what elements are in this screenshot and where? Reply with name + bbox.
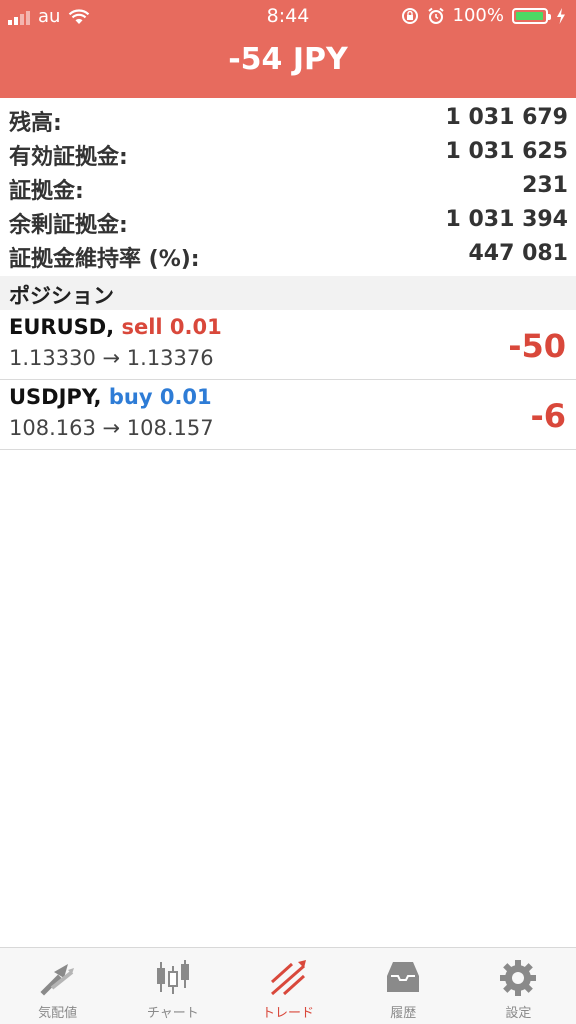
position-profit: -6 bbox=[530, 397, 566, 435]
position-header: EURUSD, sell 0.01 bbox=[9, 315, 222, 339]
position-type: sell 0.01 bbox=[121, 315, 222, 339]
position-prices: 108.163 → 108.157 bbox=[9, 416, 214, 440]
margin-level-row: 証拠金維持率 (%): 447 081 bbox=[0, 236, 576, 272]
alarm-icon bbox=[427, 7, 444, 24]
orientation-lock-icon bbox=[401, 7, 418, 24]
margin-row: 証拠金: 231 bbox=[0, 168, 576, 204]
history-icon bbox=[387, 962, 420, 992]
tab-chart[interactable]: チャート bbox=[115, 948, 230, 1024]
tab-quotes-label: 気配値 bbox=[38, 1006, 78, 1021]
battery-icon bbox=[512, 7, 551, 24]
tab-history[interactable]: 履歴 bbox=[346, 948, 461, 1024]
trade-icon bbox=[270, 960, 306, 996]
equity-row: 有効証拠金: 1 031 625 bbox=[0, 134, 576, 170]
free-margin-row: 余剰証拠金: 1 031 394 bbox=[0, 202, 576, 238]
free-margin-value: 1 031 394 bbox=[445, 207, 568, 232]
chart-icon bbox=[156, 960, 189, 994]
total-profit: -54 JPY bbox=[228, 42, 348, 77]
tab-settings-label: 設定 bbox=[505, 1006, 532, 1021]
account-summary: 残高: 1 031 679 有効証拠金: 1 031 625 証拠金: 231 … bbox=[0, 100, 576, 272]
position-symbol: USDJPY, bbox=[9, 385, 102, 409]
settings-icon bbox=[500, 960, 537, 996]
balance-row: 残高: 1 031 679 bbox=[0, 100, 576, 136]
equity-value: 1 031 625 bbox=[445, 139, 568, 164]
position-header: USDJPY, buy 0.01 bbox=[9, 385, 212, 409]
balance-value: 1 031 679 bbox=[445, 105, 568, 130]
tab-history-label: 履歴 bbox=[390, 1006, 417, 1021]
battery-percent: 100% bbox=[452, 5, 504, 26]
margin-label: 証拠金: bbox=[9, 179, 84, 204]
margin-level-value: 447 081 bbox=[468, 241, 568, 266]
margin-level-label: 証拠金維持率 (%): bbox=[9, 247, 200, 272]
header: au 8:44 100% -54 JPY bbox=[0, 0, 576, 98]
tab-settings[interactable]: 設定 bbox=[461, 948, 576, 1024]
position-type: buy 0.01 bbox=[108, 385, 212, 409]
trade-screen: au 8:44 100% -54 JPY 残高: 1 031 679 有効証拠金… bbox=[0, 0, 576, 1024]
tab-trade[interactable]: トレード bbox=[230, 948, 345, 1024]
status-bar: au 8:44 100% bbox=[0, 0, 576, 34]
free-margin-label: 余剰証拠金: bbox=[9, 213, 128, 238]
status-right: 100% bbox=[401, 5, 566, 26]
balance-label: 残高: bbox=[9, 111, 62, 136]
tab-quotes[interactable]: 気配値 bbox=[0, 948, 115, 1024]
position-profit: -50 bbox=[508, 327, 566, 365]
position-symbol: EURUSD, bbox=[9, 315, 115, 339]
tab-bar: 気配値 チャート トレード 履歴 設定 bbox=[0, 947, 576, 1024]
tab-chart-label: チャート bbox=[146, 1006, 199, 1021]
equity-label: 有効証拠金: bbox=[9, 145, 128, 170]
position-row-usdjpy[interactable]: USDJPY, buy 0.01 108.163 → 108.157 -6 bbox=[0, 380, 576, 450]
margin-value: 231 bbox=[522, 173, 568, 198]
positions-list: EURUSD, sell 0.01 1.13330 → 1.13376 -50 … bbox=[0, 310, 576, 450]
positions-section-title: ポジション bbox=[9, 284, 114, 308]
position-row-eurusd[interactable]: EURUSD, sell 0.01 1.13330 → 1.13376 -50 bbox=[0, 310, 576, 380]
positions-section-header: ポジション bbox=[0, 276, 576, 310]
quotes-icon bbox=[40, 964, 74, 996]
position-prices: 1.13330 → 1.13376 bbox=[9, 346, 214, 370]
charging-icon bbox=[557, 7, 565, 24]
tab-trade-label: トレード bbox=[262, 1006, 315, 1021]
